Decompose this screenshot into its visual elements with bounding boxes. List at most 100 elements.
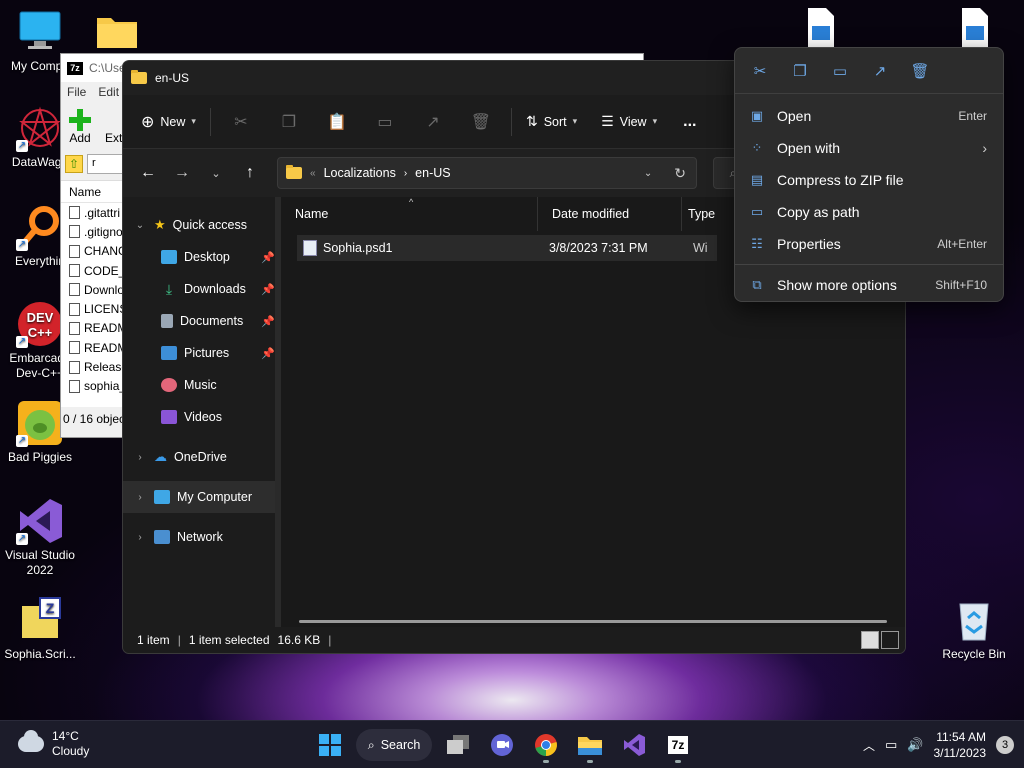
share-icon[interactable]: ↗	[865, 56, 895, 86]
system-tray: ︿ ▭ 🔊 11:54 AM 3/11/2023 3	[863, 729, 1014, 761]
desktop-icon-visual-studio[interactable]: ↗ Visual Studio 2022	[0, 497, 80, 578]
desktop-icon-label: Recycle Bin	[942, 647, 1006, 661]
column-header-date[interactable]: Date modified	[538, 197, 682, 231]
desktop-icon-label: Sophia.Scri...	[4, 647, 76, 661]
breadcrumb-en-us[interactable]: en-US	[415, 166, 450, 180]
sidebar-item-documents[interactable]: Documents 📌	[123, 305, 281, 337]
pin-icon[interactable]: 📌	[261, 315, 275, 328]
column-header-type[interactable]: Type	[682, 197, 722, 231]
add-button[interactable]: Add	[69, 109, 91, 145]
sevenzip-taskbar-button[interactable]: 7z	[660, 727, 696, 763]
chevron-down-icon[interactable]: ⌄	[133, 220, 147, 231]
desktop-icon-sophia-script[interactable]: Z Sophia.Scri...	[0, 596, 80, 662]
back-button[interactable]: ←	[133, 158, 163, 188]
extract-button[interactable]: Ext	[105, 131, 122, 145]
notification-badge[interactable]: 3	[996, 736, 1014, 754]
arrow-up-icon: ↑	[246, 164, 254, 181]
plus-circle-icon: ⊕	[141, 113, 155, 131]
rename-button[interactable]: ▭	[361, 105, 409, 139]
copy-icon[interactable]: ❐	[785, 56, 815, 86]
trash-icon[interactable]: 🗑	[905, 56, 935, 86]
sidebar-item-downloads[interactable]: ⤓ Downloads 📌	[123, 273, 281, 305]
sidebar-item-quick-access[interactable]: ⌄ ★ Quick access	[123, 209, 281, 241]
sidebar-item-my-computer[interactable]: › My Computer	[123, 481, 281, 513]
sort-up-icon: ^	[409, 197, 414, 207]
share-button[interactable]: ↗	[409, 105, 457, 139]
chevron-up-icon[interactable]: ︿	[863, 737, 875, 754]
more-options-icon: ⧉	[752, 277, 762, 292]
navigation-pane[interactable]: ⌄ ★ Quick access Desktop 📌 ⤓ Downloads 📌…	[123, 197, 281, 627]
sidebar-item-pictures[interactable]: Pictures 📌	[123, 337, 281, 369]
divider	[510, 107, 512, 136]
tiles-view-icon[interactable]	[881, 631, 899, 649]
start-button[interactable]	[312, 727, 348, 763]
view-button[interactable]: ☰ View ▾	[593, 105, 665, 139]
menu-item-compress-zip[interactable]: ▤ Compress to ZIP file	[735, 164, 1003, 196]
breadcrumb-localizations[interactable]: Localizations	[324, 166, 396, 180]
up-button[interactable]: ↑	[235, 158, 265, 188]
sidebar-item-onedrive[interactable]: › ☁ OneDrive	[123, 441, 281, 473]
chevron-down-icon[interactable]: ⌄	[644, 168, 652, 179]
plus-icon	[69, 109, 91, 131]
selected-count: 1 item selected	[188, 633, 270, 647]
volume-icon[interactable]: 🔊	[907, 737, 923, 753]
rename-icon[interactable]: ▭	[825, 56, 855, 86]
chrome-button[interactable]	[528, 727, 564, 763]
visual-studio-button[interactable]	[616, 727, 652, 763]
recent-locations-button[interactable]: ⌄	[201, 158, 231, 188]
desktop-icon-recycle-bin[interactable]: Recycle Bin	[934, 596, 1014, 662]
task-view-button[interactable]	[440, 727, 476, 763]
pin-icon[interactable]: 📌	[261, 283, 275, 296]
file-explorer-button[interactable]	[572, 727, 608, 763]
sidebar-item-desktop[interactable]: Desktop 📌	[123, 241, 281, 273]
column-header-label: Name	[295, 207, 329, 221]
column-header-name[interactable]: Name ^	[281, 197, 538, 231]
copy-button[interactable]: ❐	[265, 105, 313, 139]
menu-edit[interactable]: Edit	[98, 85, 119, 99]
sevenzip-icon: 7z	[667, 736, 689, 754]
weather-widget[interactable]: 14°C Cloudy	[18, 729, 89, 759]
more-button[interactable]: ...	[675, 105, 704, 139]
menu-item-shortcut: Shift+F10	[935, 278, 987, 292]
sidebar-item-music[interactable]: Music	[123, 369, 281, 401]
view-icon: ☰	[601, 113, 614, 129]
forward-button[interactable]: →	[167, 158, 197, 188]
desktop-icon-folder[interactable]	[77, 8, 157, 59]
date: 3/11/2023	[933, 746, 987, 760]
sidebar-item-videos[interactable]: Videos	[123, 401, 281, 433]
pin-icon[interactable]: 📌	[261, 251, 275, 264]
horizontal-scrollbar[interactable]	[299, 620, 887, 623]
table-row[interactable]: Sophia.psd1 3/8/2023 7:31 PM Wi	[297, 235, 717, 261]
menu-item-properties[interactable]: ☷ Properties Alt+Enter	[735, 228, 1003, 260]
scissors-icon[interactable]: ✂	[745, 56, 775, 86]
menu-item-open-with[interactable]: ⁘ Open with ›	[735, 132, 1003, 164]
sidebar-item-network[interactable]: › Network	[123, 521, 281, 553]
new-button[interactable]: ⊕ New ▾	[133, 105, 204, 139]
clock[interactable]: 11:54 AM 3/11/2023	[934, 729, 987, 761]
network-icon[interactable]: ▭	[885, 737, 897, 753]
details-view-icon[interactable]	[861, 631, 879, 649]
address-bar[interactable]: « Localizations › en-US ⌄ ↻	[277, 157, 697, 189]
chevron-right-icon[interactable]: ›	[133, 532, 147, 543]
taskbar-search-button[interactable]: ⌕ Search	[356, 729, 432, 761]
file-name: CODE_	[84, 263, 126, 278]
chevron-right-icon[interactable]: ›	[133, 452, 147, 463]
refresh-icon[interactable]: ↻	[674, 165, 686, 182]
menu-item-open[interactable]: ▣ Open Enter	[735, 100, 1003, 132]
cut-button[interactable]: ✂	[217, 105, 265, 139]
pin-icon[interactable]: 📌	[261, 347, 275, 360]
menu-file[interactable]: File	[67, 85, 86, 99]
up-folder-icon[interactable]: ⇧	[65, 155, 83, 173]
chevron-right-icon[interactable]: ›	[133, 492, 147, 503]
paste-button[interactable]: 📋	[313, 105, 361, 139]
file-name: CHANG	[84, 244, 128, 259]
teams-chat-button[interactable]	[484, 727, 520, 763]
menu-item-copy-as-path[interactable]: ▭ Copy as path	[735, 196, 1003, 228]
menu-item-show-more-options[interactable]: ⧉ Show more options Shift+F10	[735, 269, 1003, 301]
sort-button[interactable]: ⇅ Sort ▾	[518, 105, 585, 139]
arrow-left-icon: ←	[140, 164, 156, 181]
delete-button[interactable]: 🗑	[457, 105, 505, 139]
sidebar-item-label: Network	[177, 530, 223, 544]
more-label: ...	[683, 112, 697, 130]
context-menu-quick-actions: ✂ ❐ ▭ ↗ 🗑	[735, 48, 1003, 94]
